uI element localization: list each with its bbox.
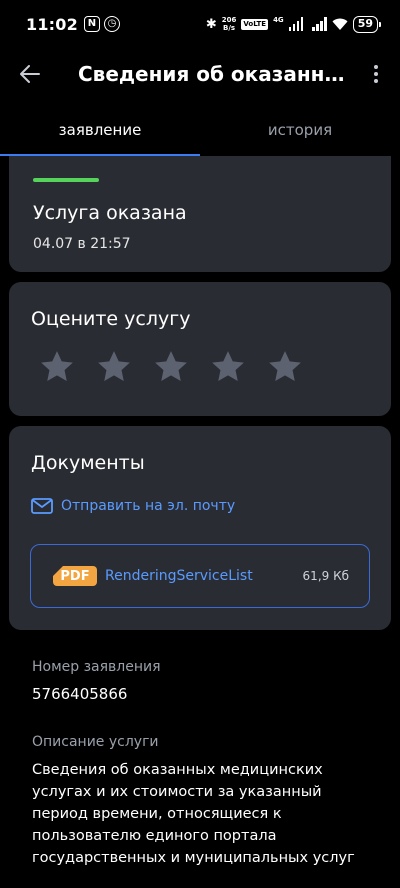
send-email-link[interactable]: Отправить на эл. почту [31, 498, 235, 514]
pdf-file-icon: PDF [53, 566, 97, 586]
status-time: 11:02 [26, 14, 78, 34]
tab-application[interactable]: заявление [0, 104, 200, 156]
bluetooth-icon: ✱ [205, 16, 217, 32]
tab-history[interactable]: история [200, 104, 400, 156]
mail-icon [31, 498, 53, 514]
wifi-icon [332, 18, 348, 30]
file-name: RenderingServiceList [105, 568, 253, 584]
rating-card: Оцените услугу [9, 282, 391, 416]
application-number: 5766405866 [32, 685, 128, 703]
status-indicator [33, 178, 99, 182]
send-email-label: Отправить на эл. почту [61, 498, 236, 514]
rating-stars [39, 350, 303, 384]
star-icon-2[interactable] [96, 350, 132, 384]
more-vertical-icon [374, 65, 378, 83]
page-title: Сведения об оказанны... [78, 62, 348, 86]
file-size: 61,9 Кб [302, 569, 349, 583]
arrow-back-icon [20, 65, 40, 83]
service-description: Сведения об оказанных медицинских услуга… [32, 762, 355, 866]
nfc-icon: N [83, 16, 100, 32]
star-icon-1[interactable] [39, 350, 75, 384]
service-status-date: 04.07 в 21:57 [33, 236, 131, 252]
documents-title: Документы [31, 452, 145, 474]
network-speed: 206 B/s [221, 16, 237, 32]
signal-icon [288, 17, 304, 31]
app-bar: Сведения об оказанны... [0, 48, 400, 100]
battery-icon: 59 [352, 15, 382, 33]
application-number-label: Номер заявления [32, 659, 161, 675]
star-icon-4[interactable] [210, 350, 246, 384]
network-type: 4G [273, 15, 284, 24]
service-description-label: Описание услуги [32, 734, 159, 750]
tab-bar: заявление история [0, 104, 400, 156]
volte-icon: VoLTE [241, 18, 269, 30]
more-options-button[interactable] [352, 48, 400, 100]
document-file-item[interactable]: PDF RenderingServiceList 61,9 Кб [30, 544, 370, 608]
service-status-title: Услуга оказана [33, 202, 187, 224]
alarm-icon: ◷ [103, 16, 120, 32]
status-icons: ✱ 206 B/s VoLTE 4G 59 [205, 15, 382, 33]
documents-card: Документы Отправить на эл. почту PDF Ren… [9, 426, 391, 630]
status-bar: 11:02 N ◷ ✱ 206 B/s VoLTE 4G 59 [0, 0, 400, 48]
back-button[interactable] [0, 48, 60, 100]
service-status-card: Услуга оказана 04.07 в 21:57 [9, 156, 391, 272]
signal-icon-2 [312, 17, 327, 31]
rating-title: Оцените услугу [31, 308, 191, 330]
star-icon-5[interactable] [267, 350, 303, 384]
star-icon-3[interactable] [153, 350, 189, 384]
